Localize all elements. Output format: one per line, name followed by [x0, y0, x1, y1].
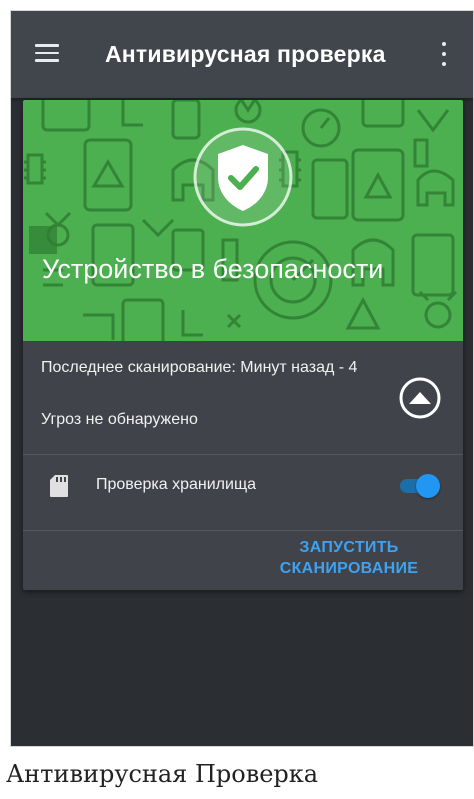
last-scan-text: Последнее сканирование: Минут назад - 4: [41, 359, 358, 376]
more-vert-icon[interactable]: [439, 42, 449, 66]
storage-scan-toggle[interactable]: [396, 474, 440, 498]
toggle-thumb: [416, 474, 440, 498]
chevron-up-circle-icon[interactable]: [399, 377, 441, 419]
threats-status-text: Угроз не обнаружено: [41, 411, 198, 428]
divider: [23, 530, 463, 531]
shield-check-icon: [193, 127, 293, 227]
hamburger-menu-icon[interactable]: [35, 44, 59, 62]
caption: Антивирусная Проверка: [6, 760, 319, 788]
status-title: Устройство в безопасности: [42, 254, 384, 284]
app-bar: Антивирусная проверка: [11, 11, 473, 98]
start-scan-button[interactable]: ЗАПУСТИТЬ СКАНИРОВАНИЕ: [249, 537, 449, 579]
divider: [23, 454, 463, 455]
status-hero-banner: Устройство в безопасности: [23, 100, 463, 341]
storage-scan-label: Проверка хранилища: [96, 476, 257, 493]
sd-card-icon: [50, 475, 68, 497]
status-card: Устройство в безопасности Последнее скан…: [23, 100, 463, 590]
app-screen: Антивирусная проверка Устройство в безоп…: [10, 10, 474, 747]
page-title: Антивирусная проверка: [105, 41, 386, 67]
